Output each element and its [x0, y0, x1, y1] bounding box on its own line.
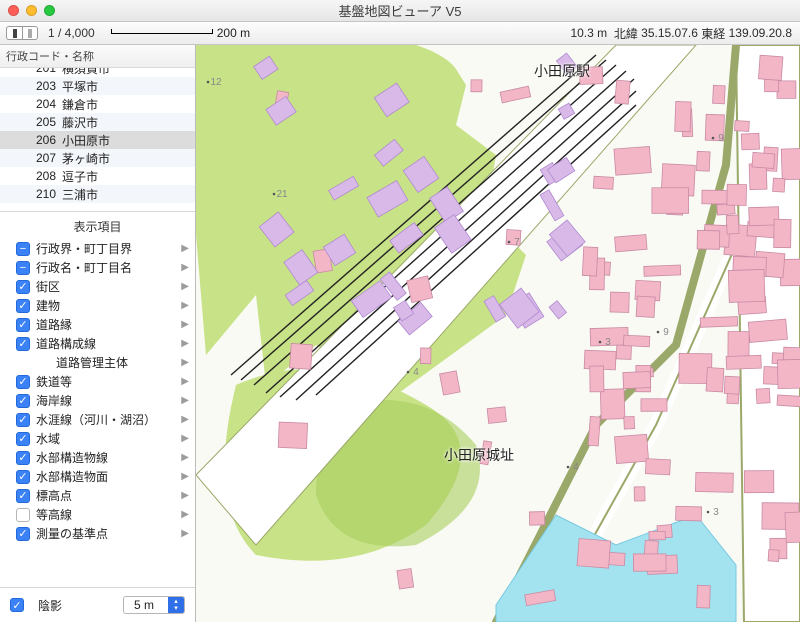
layers-title: 表示項目 — [0, 212, 195, 239]
chevron-updown-icon: ▴▾ — [168, 596, 184, 614]
height-value: 5 m — [124, 598, 168, 612]
elevation-point: 21 — [276, 189, 288, 200]
checkbox-icon[interactable]: ✓ — [16, 375, 30, 389]
chevron-right-icon: ▶ — [181, 509, 189, 520]
code-row[interactable]: 208逗子市 — [0, 167, 195, 185]
map-svg: 12 21 7 3 4 9 9 4 3 — [196, 45, 800, 622]
checkbox-icon[interactable] — [16, 508, 30, 522]
checkbox-icon[interactable]: ✓ — [16, 299, 30, 313]
checkbox-icon[interactable]: ✓ — [16, 451, 30, 465]
code-row[interactable]: 205藤沢市 — [0, 113, 195, 131]
code-row[interactable]: 207茅ヶ崎市 — [0, 149, 195, 167]
checkbox-icon[interactable]: ✓ — [16, 280, 30, 294]
toolbar: 1 / 4,000 200 m 10.3 m 北緯 35.15.07.6 東経 … — [0, 22, 800, 45]
chevron-right-icon: ▶ — [181, 414, 189, 425]
shading-label: 陰影 — [38, 597, 62, 614]
elevation-point: 9 — [663, 327, 669, 338]
chevron-right-icon: ▶ — [181, 262, 189, 273]
scale-bar: 200 m — [111, 26, 250, 40]
layer-row[interactable]: −行政界・町丁目界▶ — [0, 239, 195, 258]
checkbox-icon[interactable]: ✓ — [16, 470, 30, 484]
elevation-point: 12 — [210, 77, 222, 88]
code-row[interactable]: 201横須賀市 — [0, 68, 195, 77]
sidebar: 行政コード・名称 201横須賀市203平塚市204鎌倉市205藤沢市206小田原… — [0, 45, 196, 622]
scale-bar-label: 200 m — [217, 26, 250, 40]
layer-row[interactable]: ✓水涯線（河川・湖沼）▶ — [0, 410, 195, 429]
map-place-label: 小田原駅 — [534, 61, 590, 81]
code-row[interactable]: 203平塚市 — [0, 77, 195, 95]
chevron-right-icon: ▶ — [181, 433, 189, 444]
elevation-point: 4 — [413, 367, 419, 378]
chevron-right-icon: ▶ — [181, 376, 189, 387]
code-row[interactable]: 210三浦市 — [0, 185, 195, 203]
elevation-point: 3 — [713, 507, 719, 518]
chevron-right-icon: ▶ — [181, 490, 189, 501]
shading-checkbox[interactable]: ✓ — [10, 598, 24, 612]
checkbox-icon[interactable]: ✓ — [16, 527, 30, 541]
checkbox-partial-icon[interactable]: − — [16, 261, 30, 275]
checkbox-icon[interactable]: ✓ — [16, 394, 30, 408]
maximize-window[interactable] — [44, 5, 55, 16]
code-row[interactable]: 204鎌倉市 — [0, 95, 195, 113]
chevron-right-icon: ▶ — [181, 471, 189, 482]
layer-row[interactable]: ✓道路縁▶ — [0, 315, 195, 334]
layer-row[interactable]: ✓水部構造物線▶ — [0, 448, 195, 467]
map-scale: 1 / 4,000 — [48, 26, 95, 40]
layer-row[interactable]: ✓街区▶ — [0, 277, 195, 296]
chevron-right-icon: ▶ — [181, 395, 189, 406]
checkbox-icon[interactable]: ✓ — [16, 337, 30, 351]
layer-row[interactable]: 道路管理主体▶ — [0, 353, 195, 372]
checkbox-icon[interactable]: ✓ — [16, 489, 30, 503]
panel-toggle[interactable] — [6, 26, 38, 40]
chevron-right-icon: ▶ — [181, 281, 189, 292]
layer-row[interactable]: −行政名・町丁目名▶ — [0, 258, 195, 277]
elevation-point: 7 — [514, 237, 520, 248]
chevron-right-icon: ▶ — [181, 452, 189, 463]
chevron-right-icon: ▶ — [181, 300, 189, 311]
chevron-right-icon: ▶ — [181, 319, 189, 330]
layer-row[interactable]: ✓標高点▶ — [0, 486, 195, 505]
layer-row[interactable]: 等高線▶ — [0, 505, 195, 524]
layer-list: −行政界・町丁目界▶−行政名・町丁目名▶✓街区▶✓建物▶✓道路縁▶✓道路構成線▶… — [0, 239, 195, 587]
checkbox-icon[interactable]: ✓ — [16, 413, 30, 427]
layer-row[interactable]: ✓建物▶ — [0, 296, 195, 315]
height-stepper[interactable]: 5 m ▴▾ — [123, 596, 185, 614]
chevron-right-icon: ▶ — [181, 338, 189, 349]
titlebar: 基盤地図ビューア V5 — [0, 0, 800, 22]
chevron-right-icon: ▶ — [181, 357, 189, 368]
layer-row[interactable]: ✓鉄道等▶ — [0, 372, 195, 391]
checkbox-partial-icon[interactable]: − — [16, 242, 30, 256]
code-row[interactable]: 206小田原市 — [0, 131, 195, 149]
chevron-right-icon: ▶ — [181, 243, 189, 254]
checkbox-icon[interactable]: ✓ — [16, 432, 30, 446]
elevation-point: 9 — [718, 133, 724, 144]
layer-row[interactable]: ✓道路構成線▶ — [0, 334, 195, 353]
layer-row[interactable]: ✓水部構造物面▶ — [0, 467, 195, 486]
map-place-label: 小田原城址 — [444, 445, 514, 465]
elevation-point: 3 — [605, 337, 611, 348]
code-list-header: 行政コード・名称 — [0, 45, 195, 68]
map-canvas[interactable]: 12 21 7 3 4 9 9 4 3 小田原駅小田原城址 — [196, 45, 800, 622]
elevation-point: 4 — [573, 462, 579, 473]
sidebar-footer: ✓ 陰影 5 m ▴▾ — [0, 587, 195, 622]
traffic-lights — [8, 5, 55, 16]
layer-row[interactable]: ✓水域▶ — [0, 429, 195, 448]
close-window[interactable] — [8, 5, 19, 16]
layer-row[interactable]: ✓測量の基準点▶ — [0, 524, 195, 543]
chevron-right-icon: ▶ — [181, 528, 189, 539]
coordinates: 10.3 m 北緯 35.15.07.6 東経 139.09.20.8 — [570, 22, 792, 44]
minimize-window[interactable] — [26, 5, 37, 16]
layer-row[interactable]: ✓海岸線▶ — [0, 391, 195, 410]
code-list: 201横須賀市203平塚市204鎌倉市205藤沢市206小田原市207茅ヶ崎市2… — [0, 68, 195, 212]
window-title: 基盤地図ビューア V5 — [0, 1, 800, 20]
checkbox-icon[interactable]: ✓ — [16, 318, 30, 332]
